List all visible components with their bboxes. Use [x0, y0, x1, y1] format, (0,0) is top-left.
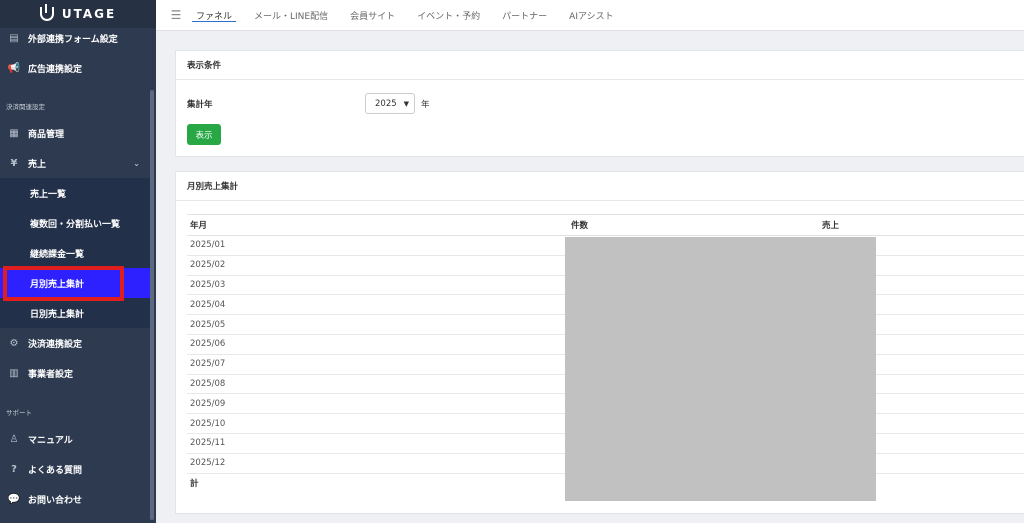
sidebar-item-sales-list[interactable]: 売上一覧 [0, 178, 150, 208]
tab-mail-line[interactable]: メール・LINE配信 [254, 0, 328, 31]
sidebar-item-business-settings[interactable]: ▥ 事業者設定 [0, 358, 150, 388]
megaphone-icon: 📢 [7, 62, 21, 74]
tab-partner[interactable]: パートナー [502, 0, 547, 31]
month-cell: 2025/03 [187, 275, 568, 296]
sidebar-item-ad-linkage[interactable]: 📢 広告連携設定 [0, 53, 150, 83]
building-icon: ▥ [9, 367, 19, 379]
column-header-count: 件数 [568, 214, 819, 236]
tab-member-site[interactable]: 会員サイト [350, 0, 395, 31]
chat-icon: 💬 [7, 493, 21, 505]
month-cell: 2025/04 [187, 294, 568, 316]
month-cell: 2025/08 [187, 374, 568, 395]
tab-event[interactable]: イベント・予約 [417, 0, 480, 31]
sidebar-item-product-mgmt[interactable]: ▦ 商品管理 [0, 118, 150, 148]
hamburger-menu-icon[interactable]: ☰ [156, 8, 196, 22]
sidebar-item-manual[interactable]: ♙ マニュアル [0, 424, 150, 454]
user-icon: ♙ [9, 433, 19, 445]
month-cell: 2025/12 [187, 453, 568, 474]
month-cell: 2025/02 [187, 255, 568, 276]
month-cell: 2025/10 [187, 413, 568, 434]
sidebar-item-installments[interactable]: 複数回・分割払い一覧 [0, 208, 150, 238]
highlight-box [3, 266, 124, 301]
chevron-down-icon: ▼ [403, 99, 409, 108]
sidebar-item-external-form[interactable]: ▤ 外部連携フォーム設定 [0, 23, 150, 53]
form-icon: ▤ [9, 32, 19, 44]
filter-panel-title: 表示条件 [176, 51, 1024, 80]
month-cell: 2025/01 [187, 235, 568, 256]
month-cell: 2025/09 [187, 393, 568, 415]
total-label: 計 [190, 479, 199, 490]
month-cell: 2025/11 [187, 433, 568, 454]
tab-ai-assist[interactable]: AIアシスト [569, 0, 613, 31]
sidebar-item-payment-linkage[interactable]: ⚙ 決済連携設定 [0, 328, 150, 358]
sidebar-scrollbar[interactable] [150, 90, 154, 520]
column-header-month: 年月 [187, 214, 568, 236]
section-label-support: サポート [6, 409, 32, 417]
tab-funnel[interactable]: ファネル [191, 0, 237, 31]
monthly-sales-title: 月別売上集計 [176, 172, 1024, 201]
yen-icon: ¥ [10, 157, 18, 169]
basket-icon: ▦ [9, 127, 19, 139]
show-button[interactable]: 表示 [187, 124, 221, 145]
gear-icon: ⚙ [9, 337, 19, 349]
sidebar-item-faq[interactable]: ? よくある質問 [0, 454, 150, 484]
column-header-sales: 売上 [819, 214, 1024, 236]
filter-panel: 表示条件 集計年 2025 ▼ 年 表示 [175, 50, 1024, 157]
month-cell: 2025/06 [187, 334, 568, 355]
year-select[interactable]: 2025 ▼ [365, 93, 415, 114]
question-icon: ? [11, 463, 17, 475]
logo-text: UTAGE [61, 7, 117, 21]
monthly-sales-panel: 月別売上集計 年月 件数 売上 2025/01 2025/02 2025/03 202… [175, 171, 1024, 514]
top-navigation: ☰ ファネル メール・LINE配信 会員サイト イベント・予約 パートナー AI… [156, 0, 1024, 31]
section-label-payment: 決済関連設定 [6, 103, 45, 111]
month-cell: 2025/07 [187, 354, 568, 375]
utage-logo-icon [39, 4, 54, 21]
month-cell: 2025/05 [187, 314, 568, 335]
year-unit: 年 [421, 100, 430, 110]
sidebar: UTAGE ▤ 外部連携フォーム設定 📢 広告連携設定 決済関連設定 ▦ 商品管… [0, 0, 156, 523]
sidebar-item-subscriptions[interactable]: 継続課金一覧 [0, 238, 150, 268]
sidebar-item-contact[interactable]: 💬 お問い合わせ [0, 484, 150, 514]
year-label: 集計年 [187, 100, 213, 110]
sidebar-item-sales[interactable]: ¥ 売上 ⌄ [0, 148, 150, 178]
redacted-area [565, 237, 876, 501]
chevron-down-icon: ⌄ [133, 158, 140, 168]
sidebar-item-daily-sales[interactable]: 日別売上集計 [0, 298, 150, 328]
year-select-value: 2025 [375, 98, 397, 109]
